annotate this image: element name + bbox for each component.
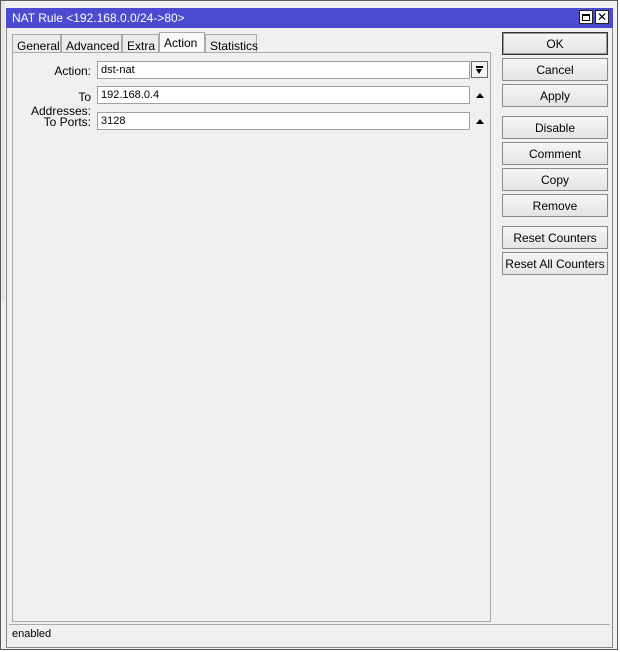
action-panel: Action: dst-nat To Addresses: 192.168.0.… <box>12 52 491 622</box>
background-window: NAT Rule <192.168.0.0/24->80> ✕ General … <box>0 0 618 650</box>
window-body: General Advanced Extra Action Statistics… <box>6 28 613 648</box>
comment-button[interactable]: Comment <box>502 142 608 165</box>
action-select[interactable]: dst-nat <box>97 61 470 79</box>
remove-button[interactable]: Remove <box>502 194 608 217</box>
title-bar[interactable]: NAT Rule <192.168.0.0/24->80> ✕ <box>6 8 613 28</box>
window-title: NAT Rule <192.168.0.0/24->80> <box>12 11 185 25</box>
tab-extra[interactable]: Extra <box>122 34 159 54</box>
close-icon[interactable]: ✕ <box>595 10 609 24</box>
background-edge <box>1 1 5 301</box>
reset-all-counters-button[interactable]: Reset All Counters <box>502 252 608 275</box>
tab-statistics[interactable]: Statistics <box>205 34 258 54</box>
status-bar: enabled <box>9 624 610 644</box>
apply-button[interactable]: Apply <box>502 84 608 107</box>
maximize-icon[interactable] <box>579 10 593 24</box>
dropdown-arrow-icon[interactable] <box>471 61 488 78</box>
to-ports-label: To Ports: <box>43 115 91 129</box>
collapse-arrow-icon[interactable] <box>476 93 484 98</box>
status-text: enabled <box>12 628 52 640</box>
tab-general[interactable]: General <box>12 34 61 54</box>
to-addresses-label: To Addresses: <box>30 90 91 118</box>
ok-button[interactable]: OK <box>502 32 608 55</box>
collapse-arrow-icon[interactable] <box>476 119 484 124</box>
reset-counters-button[interactable]: Reset Counters <box>502 226 608 249</box>
tab-advanced[interactable]: Advanced <box>61 34 122 54</box>
disable-button[interactable]: Disable <box>502 116 608 139</box>
cancel-button[interactable]: Cancel <box>502 58 608 81</box>
to-ports-field[interactable]: 3128 <box>97 112 470 130</box>
copy-button[interactable]: Copy <box>502 168 608 191</box>
action-label: Action: <box>54 64 91 78</box>
to-addresses-field[interactable]: 192.168.0.4 <box>97 86 470 104</box>
